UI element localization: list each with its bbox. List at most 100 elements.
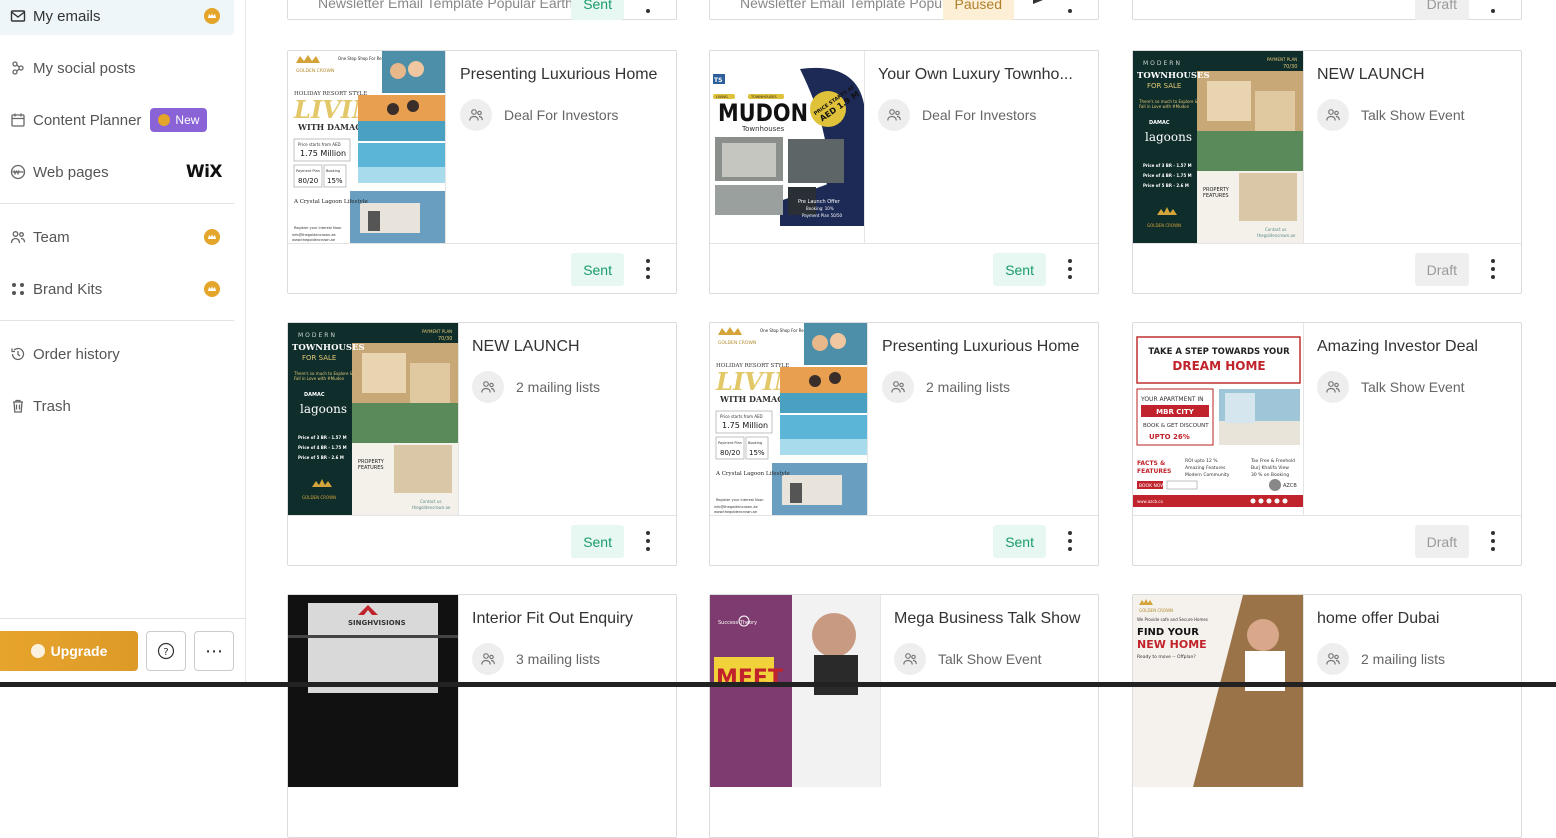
help-button[interactable]: ? [146, 631, 186, 671]
email-card[interactable]: GOLDEN CROWN One Stop Shop For Real Esta… [709, 322, 1099, 566]
sidebar-item-brand-kits[interactable]: Brand Kits [0, 270, 234, 308]
svg-text:80/20: 80/20 [720, 449, 740, 457]
divider [0, 320, 234, 321]
sidebar-item-order-history[interactable]: Order history [0, 335, 234, 373]
mailing-list-info: Deal For Investors [878, 99, 1036, 131]
people-icon [894, 643, 926, 675]
kebab-menu-button[interactable] [1485, 531, 1501, 551]
svg-text:YOUR APARTMENT IN: YOUR APARTMENT IN [1140, 396, 1204, 403]
trash-icon [10, 398, 26, 414]
play-icon[interactable] [1032, 0, 1046, 5]
svg-text:NEW HOME: NEW HOME [1137, 638, 1207, 651]
email-card-partial[interactable]: Newsletter Email Template Popular Earth … [287, 0, 677, 20]
email-card-partial[interactable]: Draft [1132, 0, 1522, 20]
svg-text:FEATURES: FEATURES [358, 465, 384, 471]
email-card[interactable]: MODERN TOWNHOUSES FOR SALE PAYMENT PLAN … [1132, 50, 1522, 294]
kebab-menu-button[interactable] [640, 259, 656, 279]
svg-text:Price starts from AED: Price starts from AED [720, 414, 763, 419]
card-footer: Sent [710, 515, 1098, 566]
card-title: Newsletter Email Template Popular [740, 0, 958, 11]
email-thumbnail[interactable]: GOLDEN CROWN We Provide safe and Secure … [1133, 595, 1304, 787]
sidebar-item-label: Content Planner [33, 111, 142, 129]
email-card[interactable]: GOLDEN CROWN One Stop Shop For Real Esta… [287, 50, 677, 294]
kebab-menu-button[interactable] [1485, 0, 1501, 13]
upgrade-button[interactable]: Upgrade [0, 631, 138, 671]
email-card[interactable]: TS LIVING TOWNHOUSES MUDON Townhouses PR… [709, 50, 1099, 294]
kebab-menu-button[interactable] [1062, 259, 1078, 279]
kebab-menu-button[interactable] [1062, 0, 1078, 13]
svg-text:Price of 4 BR - 1.75 M: Price of 4 BR - 1.75 M [1143, 173, 1192, 178]
svg-text:MEET: MEET [716, 666, 783, 691]
svg-text:Payment Plan: Payment Plan [718, 441, 742, 445]
email-card[interactable]: MODERN TOWNHOUSES FOR SALE PAYMENT PLAN … [287, 322, 677, 566]
email-thumbnail[interactable]: TS LIVING TOWNHOUSES MUDON Townhouses PR… [710, 51, 865, 243]
mailing-list-info: 2 mailing lists [472, 371, 600, 403]
svg-text:DAMAC: DAMAC [304, 392, 325, 398]
status-badge: Sent [993, 253, 1046, 286]
mailing-list-info: 2 mailing lists [1317, 643, 1445, 675]
wix-logo: WiX [185, 162, 223, 182]
people-icon [1317, 371, 1349, 403]
svg-text:Amazing Features: Amazing Features [1185, 465, 1226, 471]
sidebar-item-team[interactable]: Team [0, 218, 234, 256]
svg-text:GOLDEN CROWN: GOLDEN CROWN [1147, 223, 1181, 228]
card-title: NEW LAUNCH [1317, 66, 1425, 83]
svg-text:Payment Plan 50/50: Payment Plan 50/50 [802, 213, 843, 218]
svg-text:15%: 15% [327, 177, 343, 185]
svg-text:GOLDEN CROWN: GOLDEN CROWN [302, 495, 336, 500]
social-icon [10, 60, 26, 76]
svg-text:FEATURES: FEATURES [1203, 193, 1229, 199]
kebab-menu-button[interactable] [640, 531, 656, 551]
brand-kit-icon [10, 281, 26, 297]
card-title: Your Own Luxury Townho... [878, 66, 1073, 83]
email-card[interactable]: Success Theory MEET Mega Business Talk S… [709, 594, 1099, 838]
sidebar-item-trash[interactable]: Trash [0, 387, 234, 425]
kebab-menu-button[interactable] [1062, 531, 1078, 551]
web-icon [10, 164, 26, 180]
thumb-brand: GOLDEN CROWN [296, 68, 334, 74]
email-thumbnail[interactable]: MODERN TOWNHOUSES FOR SALE PAYMENT PLAN … [1133, 51, 1304, 243]
svg-text:80/20: 80/20 [298, 177, 318, 185]
crown-icon [30, 644, 45, 658]
svg-text:1.75 Million: 1.75 Million [722, 421, 768, 430]
kebab-menu-button[interactable] [1485, 259, 1501, 279]
card-title: Amazing Investor Deal [1317, 338, 1478, 355]
svg-text:FOR SALE: FOR SALE [302, 354, 336, 362]
divider [0, 203, 234, 204]
sidebar-item-label: My emails [33, 7, 101, 25]
email-thumbnail[interactable]: GOLDEN CROWN One Stop Shop For Real Esta… [710, 323, 868, 515]
svg-text:Register your interest Now:: Register your interest Now: [716, 498, 764, 502]
mailing-list-info: Talk Show Event [1317, 99, 1465, 131]
email-card-partial[interactable]: Newsletter Email Template Popular Paused [709, 0, 1099, 20]
svg-text:A Crystal Lagoon Lifestyle: A Crystal Lagoon Lifestyle [715, 471, 790, 477]
card-footer: Draft [1133, 243, 1521, 294]
email-thumbnail[interactable]: SINGHVISIONS [288, 595, 459, 787]
svg-text:DAMAC: DAMAC [1149, 120, 1170, 126]
email-thumbnail[interactable]: GOLDEN CROWN One Stop Shop For Real Esta… [288, 51, 446, 243]
sidebar-item-my-social-posts[interactable]: My social posts [0, 49, 234, 87]
email-card[interactable]: GOLDEN CROWN We Provide safe and Secure … [1132, 594, 1522, 838]
sidebar-item-web-pages[interactable]: Web pages WiX [0, 153, 234, 191]
sidebar-item-label: Brand Kits [33, 280, 103, 298]
svg-text:MODERN: MODERN [1143, 60, 1182, 67]
email-card[interactable]: TAKE A STEP TOWARDS YOUR DREAM HOME YOUR… [1132, 322, 1522, 566]
svg-text:Townhouses: Townhouses [741, 125, 785, 133]
sidebar-item-content-planner[interactable]: Content Planner New [0, 101, 234, 139]
mail-icon [10, 8, 26, 24]
svg-text:TOWNHOUSES: TOWNHOUSES [292, 343, 365, 353]
svg-text:SINGHVISIONS: SINGHVISIONS [348, 619, 406, 627]
svg-text:UPTO 26%: UPTO 26% [1149, 433, 1190, 441]
email-thumbnail[interactable]: TAKE A STEP TOWARDS YOUR DREAM HOME YOUR… [1133, 323, 1304, 515]
email-thumbnail[interactable]: Success Theory MEET [710, 595, 881, 787]
crown-icon [204, 8, 220, 24]
svg-text:Price of 4 BR - 1.75 M: Price of 4 BR - 1.75 M [298, 445, 347, 450]
email-card[interactable]: SINGHVISIONS Interior Fit Out Enquiry 3 … [287, 594, 677, 838]
more-options-button[interactable]: ⋯ [194, 631, 234, 671]
svg-text:Register your interest Now:: Register your interest Now: [294, 226, 342, 230]
svg-text:TAKE A STEP TOWARDS YOUR: TAKE A STEP TOWARDS YOUR [1148, 347, 1290, 357]
email-thumbnail[interactable]: MODERN TOWNHOUSES FOR SALE PAYMENT PLAN … [288, 323, 459, 515]
svg-text:Ready to move -- Offplan?: Ready to move -- Offplan? [1137, 654, 1196, 660]
team-icon [10, 229, 26, 245]
sidebar-item-my-emails[interactable]: My emails [0, 0, 234, 35]
kebab-menu-button[interactable] [640, 0, 656, 13]
